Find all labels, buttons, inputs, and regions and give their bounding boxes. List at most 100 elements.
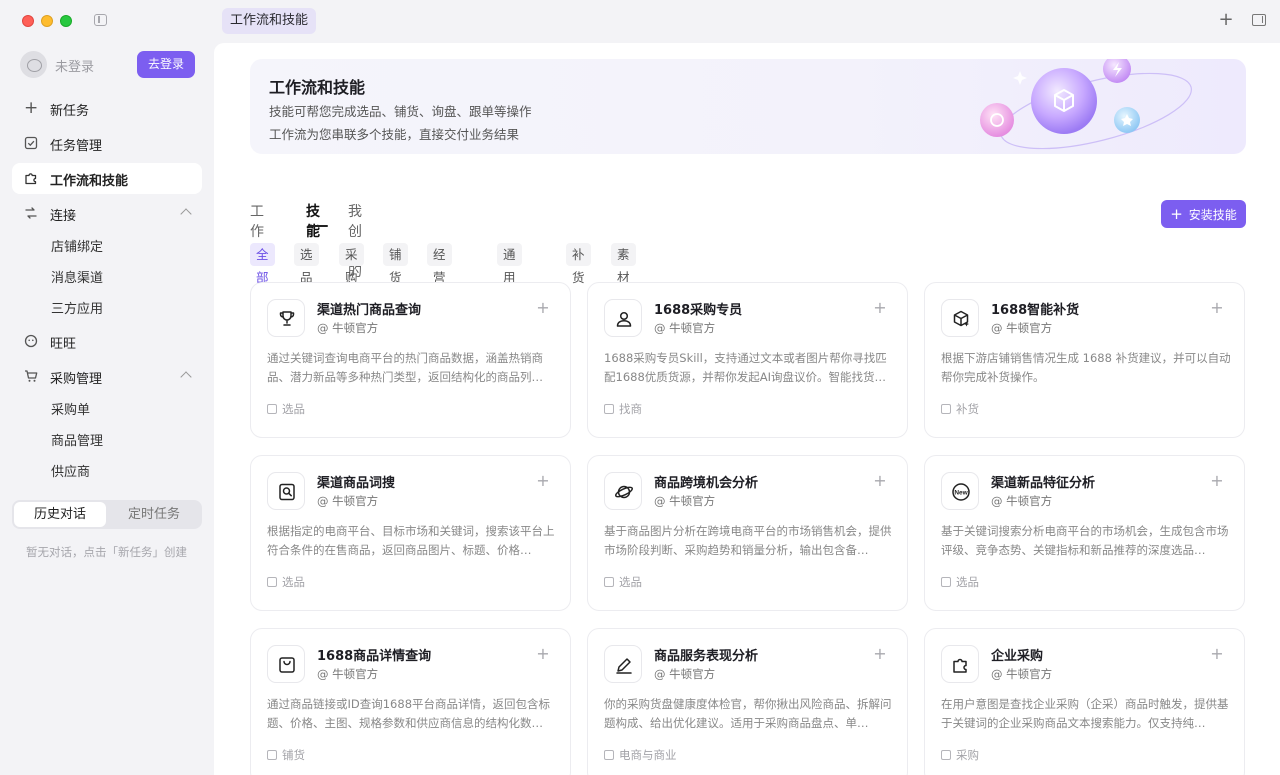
app-window: 工作流和技能 + 未登录 去登录 + 新任务 任务管理 工作流和技能 连接 店铺… [0,0,1280,775]
skill-card-tag-label: 补货 [956,402,979,416]
sidebar-subitem-store-binding[interactable]: 店铺绑定 [51,236,103,255]
sidebar-subitem-product-management[interactable]: 商品管理 [51,430,103,449]
sidebar-item-label: 工作流和技能 [50,174,129,189]
new-badge-icon: New [941,472,979,510]
skill-card[interactable]: 1688商品详情查询 @ 牛顿官方 + 通过商品链接或ID查询1688平台商品详情，返… [250,628,571,775]
tab-history-chats[interactable]: 历史对话 [14,502,106,527]
plus-icon: + [24,98,39,118]
skill-card-description: 根据指定的电商平台、目标市场和关键词，搜索该平台上符合条件的在售商品，返回商品图… [267,524,555,557]
tag-icon [267,404,277,414]
trophy-icon [267,299,305,337]
skill-card[interactable]: 企业采购 @ 牛顿官方 + 在用户意图是查找企业采购（企采）商品时触发，提供基于关键词… [924,628,1245,775]
sidebar-toggle-icon[interactable] [94,14,107,26]
skill-card[interactable]: 商品跨境机会分析 @ 牛顿官方 + 基于商品图片分析在跨境电商平台的市场销售机会，提供… [587,455,908,611]
banner-title: 工作流和技能 [269,78,366,97]
skill-card-tag-label: 选品 [619,575,642,589]
filter-chip-selection[interactable]: 选品 [294,243,319,285]
avatar[interactable] [20,51,47,78]
add-skill-plus-icon[interactable]: + [873,646,887,662]
tag-icon [941,404,951,414]
skill-card-title: 1688智能补货 [991,303,1080,318]
tag-icon [604,750,614,760]
sidebar-item-label: 采购管理 [50,372,103,387]
add-skill-plus-icon[interactable]: + [1210,300,1224,316]
chevron-up-icon[interactable] [180,208,192,220]
filter-chip-all[interactable]: 全部 [250,243,275,285]
new-tab-plus-icon[interactable]: + [1216,10,1236,30]
add-skill-plus-icon[interactable]: + [1210,473,1224,489]
sidebar-item-purchase-management[interactable]: 采购管理 [12,361,202,392]
skill-card-description: 根据下游店铺销售情况生成 1688 补货建议，并可以自动帮你完成补货操作。 [941,351,1231,384]
skill-card-tag: 选品 [267,401,305,417]
skill-card-title: 渠道新品特征分析 [991,476,1096,491]
sidebar-subitem-message-channels[interactable]: 消息渠道 [51,267,103,286]
skill-card-description: 基于商品图片分析在跨境电商平台的市场销售机会，提供市场阶段判断、采购趋势和销量分… [604,524,892,557]
link-icon [24,206,38,220]
sidebar-item-workflow-skills[interactable]: 工作流和技能 [12,163,202,194]
skill-card-tag-label: 选品 [956,575,979,589]
sidebar: 未登录 去登录 + 新任务 任务管理 工作流和技能 连接 店铺绑定 消息渠道 三… [0,43,214,775]
chevron-up-icon[interactable] [180,371,192,383]
login-button[interactable]: 去登录 [137,51,195,78]
skill-card-author: @ 牛顿官方 [317,667,379,681]
user-name: 未登录 [55,60,95,75]
skill-card-title: 1688商品详情查询 [317,649,432,664]
skill-card-tag: 选品 [604,574,642,590]
skill-card-tag: 选品 [941,574,979,590]
add-skill-plus-icon[interactable]: + [873,300,887,316]
skill-card-author: @ 牛顿官方 [991,321,1053,335]
hero-banner: 工作流和技能 技能可帮您完成选品、铺货、询盘、跟单等操作 工作流为您串联多个技能… [250,59,1246,154]
skill-card-tag: 电商与商业 [604,747,677,763]
sidebar-subitem-third-party-apps[interactable]: 三方应用 [51,298,103,317]
filter-chip-purchase[interactable]: 采购 [339,243,364,285]
skill-card-description: 在用户意图是查找企业采购（企采）商品时触发，提供基于关键词的企业采购商品文本搜索… [941,697,1229,730]
install-skill-label: 安装技能 [1188,208,1237,222]
skill-card-description: 通过商品链接或ID查询1688平台商品详情，返回包含标题、价格、主图、规格参数和… [267,697,551,730]
add-skill-plus-icon[interactable]: + [1210,646,1224,662]
filter-chip-listing[interactable]: 铺货 [383,243,408,285]
skill-card-description: 基于关键词搜索分析电商平台的市场机会，生成包含市场评级、竞争态势、关键指标和新品… [941,524,1229,557]
skill-card-description: 1688采购专员Skill，支持通过文本或者图片帮你寻找匹配1688优质货源，并… [604,351,887,384]
puzzle-icon [24,171,38,185]
plus-icon: + [1170,205,1183,223]
add-skill-plus-icon[interactable]: + [536,646,550,662]
tab-title[interactable]: 工作流和技能 [222,8,317,34]
filter-chip-materials[interactable]: 素材 [611,243,636,285]
skill-card-author: @ 牛顿官方 [654,321,716,335]
add-skill-plus-icon[interactable]: + [873,473,887,489]
sidebar-item-task-management[interactable]: 任务管理 [12,128,202,159]
tag-icon [604,404,614,414]
history-segment-control: 历史对话 定时任务 [12,500,202,529]
sidebar-item-wangwang[interactable]: 旺旺 [12,326,202,357]
skill-card[interactable]: 渠道商品词搜 @ 牛顿官方 + 根据指定的电商平台、目标市场和关键词，搜索该平台上符合… [250,455,571,611]
zoom-window-button[interactable] [60,15,72,27]
skill-card-author: @ 牛顿官方 [317,321,379,335]
skill-card[interactable]: 1688智能补货 @ 牛顿官方 + 根据下游店铺销售情况生成 1688 补货建议，并可… [924,282,1245,438]
sidebar-item-label: 任务管理 [50,139,103,154]
sidebar-subitem-purchase-orders[interactable]: 采购单 [51,399,90,418]
filter-chip-general-tools[interactable]: 通用工具 [497,243,522,331]
main-content: 工作流和技能 技能可帮您完成选品、铺货、询盘、跟单等操作 工作流为您串联多个技能… [214,43,1280,775]
skill-card-tag: 铺货 [267,747,305,763]
filter-chip-restock[interactable]: 补货 [566,243,591,285]
add-skill-plus-icon[interactable]: + [536,300,550,316]
skill-card-tag-label: 采购 [956,748,979,762]
skill-card[interactable]: 1688采购专员 @ 牛顿官方 +1688采购专员Skill，支持通过文本或者图片帮… [587,282,908,438]
sidebar-subitem-suppliers[interactable]: 供应商 [51,461,90,480]
svg-text:New: New [954,489,968,496]
empty-history-hint: 暂无对话，点击「新任务」创建 [26,545,187,559]
install-skill-button[interactable]: + 安装技能 [1161,200,1246,228]
skill-card[interactable]: New 渠道新品特征分析 @ 牛顿官方 + 基于关键词搜索分析电商平台的市场机会，生成包… [924,455,1245,611]
skill-card[interactable]: 商品服务表现分析 @ 牛顿官方 + 你的采购货盘健康度体检官，帮你揪出风险商品、拆解问… [587,628,908,775]
close-window-button[interactable] [22,15,34,27]
tab-scheduled-tasks[interactable]: 定时任务 [108,502,200,527]
sidebar-item-connect[interactable]: 连接 [12,198,202,229]
skill-card[interactable]: 渠道热门商品查询 @ 牛顿官方 + 通过关键词查询电商平台的热门商品数据，涵盖热销商品… [250,282,571,438]
add-skill-plus-icon[interactable]: + [536,473,550,489]
filter-chip-business-analysis[interactable]: 经营分析 [427,243,452,331]
skill-card-description: 你的采购货盘健康度体检官，帮你揪出风险商品、拆解问题构成、给出优化建议。适用于采… [604,697,892,730]
right-panel-toggle-icon[interactable] [1252,14,1266,26]
sidebar-item-new-task[interactable]: + 新任务 [12,93,202,124]
minimize-window-button[interactable] [41,15,53,27]
tab-skills[interactable]: 技能 [306,201,320,241]
